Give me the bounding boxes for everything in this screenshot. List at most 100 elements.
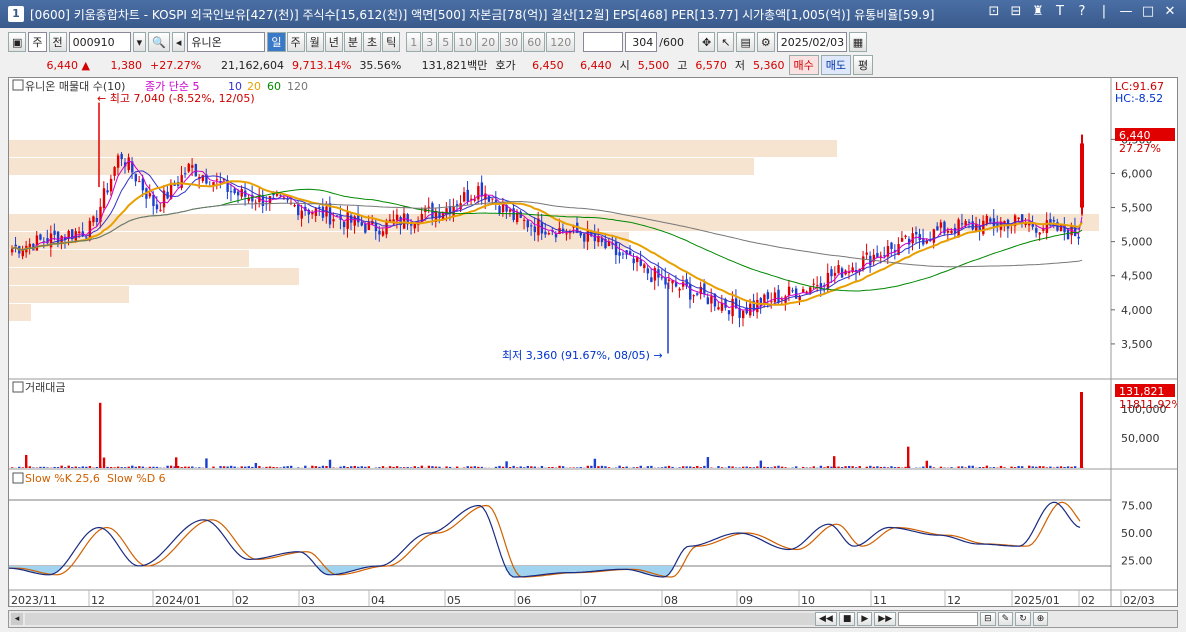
chevron-down-icon[interactable]: ▾ [132,32,147,52]
window-button-6[interactable]: — [1118,4,1134,19]
volume-bar [413,466,416,468]
candle-body [138,181,141,183]
scroll-next-icon[interactable]: ▶ [857,612,873,626]
panel-toggle-icon[interactable] [12,79,24,91]
hoga-bid: 6,440 [580,58,612,72]
candle-body [530,225,533,227]
eval-button[interactable]: 평 [853,55,874,75]
volume-title: 거래대금 [25,381,65,394]
volume-toggle-icon[interactable] [12,381,24,393]
volume-bar [840,467,844,468]
tab-틱[interactable]: 틱 [382,32,401,52]
candle-body [508,209,512,212]
date-input[interactable]: 2025/02/03 [776,32,847,52]
candle-body [936,226,939,231]
candle-body [1052,220,1056,222]
volume-bar [141,466,145,468]
stock-code-input[interactable]: 000910 [68,32,131,52]
scroll-left-icon[interactable]: ◂ [11,613,23,625]
window-button-7[interactable]: □ [1140,4,1156,19]
zoom-in-icon[interactable]: ⊕ [1032,612,1049,626]
speaker-icon[interactable]: ◂ [171,32,186,52]
stoch-toggle-icon[interactable] [12,472,24,484]
layout-icon[interactable]: ▣ [8,32,27,52]
volume-bar [1031,466,1034,468]
candle-body [618,252,621,256]
buy-button[interactable]: 매수 [788,55,819,75]
prev-button[interactable]: 전 [48,32,67,52]
volume-bar [802,466,805,468]
last-price: 6,440 [1119,129,1151,142]
candle-body [830,269,833,277]
volume-bar [1038,466,1042,468]
interval-5[interactable]: 5 [438,32,454,52]
interval-1[interactable]: 1 [406,32,422,52]
scroll-bar[interactable]: ◂ ◀◀ ■ ▶ ▶▶ ⊟ ✎ ↻ ⊕ [8,610,1178,628]
volume-bar [219,466,222,468]
title-bar: 1 [0600] 키움종합차트 - KOSPI 외국인보유[427(천)] 주식… [0,0,1186,28]
refresh-icon[interactable]: ↻ [1015,612,1031,626]
chart-area[interactable]: 6,5006,0005,5005,0004,5004,0003,500100,0… [7,77,1182,607]
scroll-end-icon[interactable]: ▶▶ [874,612,897,626]
cursor-icon[interactable]: ↖ [717,32,735,52]
x-tick-label: 12 [91,594,105,606]
volume-spike [907,446,910,468]
window-button-5[interactable]: | [1096,4,1112,19]
volume-bar [1042,466,1045,468]
window-button-2[interactable]: ♜ [1030,4,1046,19]
tab-일[interactable]: 일 [267,32,286,52]
volume-bar [109,467,113,468]
volume-bar [756,466,759,468]
window-button-1[interactable]: ⊟ [1008,4,1024,19]
volume-bar [1063,467,1066,468]
interval-select[interactable] [583,32,624,52]
volume-bar [448,466,452,468]
window-button-8[interactable]: ✕ [1162,4,1178,19]
tab-초[interactable]: 초 [363,32,382,52]
window-button-3[interactable]: T [1052,4,1068,19]
volume-bar [604,466,607,468]
stock-chart[interactable]: 6,5006,0005,5005,0004,5004,0003,500100,0… [7,78,1182,607]
scroll-track[interactable] [25,613,815,625]
interval-60[interactable]: 60 [523,32,546,52]
volume-bar [886,467,890,468]
candle-body [904,235,907,237]
low-price: 5,360 [753,58,785,72]
tab-월[interactable]: 월 [305,32,324,52]
count-input[interactable]: 304 [625,32,658,52]
volume-bar [971,465,974,468]
volume-bar [1045,467,1049,468]
x-tick-label: 2025/01 [1014,594,1060,606]
volume-bar [1066,466,1070,468]
interval-30[interactable]: 30 [500,32,523,52]
tools-icon[interactable]: ✎ [997,612,1014,626]
zoom-slider[interactable] [898,612,979,626]
tab-주[interactable]: 주 [286,32,305,52]
window-button-4[interactable]: ? [1074,4,1090,19]
tab-분[interactable]: 분 [343,32,363,52]
zoom-icon[interactable]: ⊟ [980,612,996,626]
candle-body [237,191,240,196]
window-button-0[interactable]: ⊡ [986,4,1002,19]
calendar-icon[interactable]: ▦ [848,32,868,52]
interval-3[interactable]: 3 [422,32,438,52]
volume-bar [470,466,473,468]
volume-bar [399,467,402,468]
crosshair-icon[interactable]: ✥ [698,32,716,52]
interval-20[interactable]: 20 [477,32,500,52]
tab-년[interactable]: 년 [324,32,343,52]
interval-10[interactable]: 10 [454,32,477,52]
save-icon[interactable]: ▤ [736,32,755,52]
volume-bar [28,466,32,468]
scroll-prev-icon[interactable]: ◀◀ [815,612,837,626]
x-tick-label: 05 [447,594,461,606]
volume-bar [689,466,692,468]
candle-body [194,163,198,177]
volume-bar [854,467,858,468]
scroll-stop-icon[interactable]: ■ [838,612,856,626]
sell-button[interactable]: 매도 [820,55,852,75]
gear-icon[interactable]: ⚙ [756,32,775,52]
interval-120[interactable]: 120 [546,32,576,52]
period-select[interactable]: 주 [28,32,47,52]
search-icon[interactable]: 🔍 [148,32,170,52]
